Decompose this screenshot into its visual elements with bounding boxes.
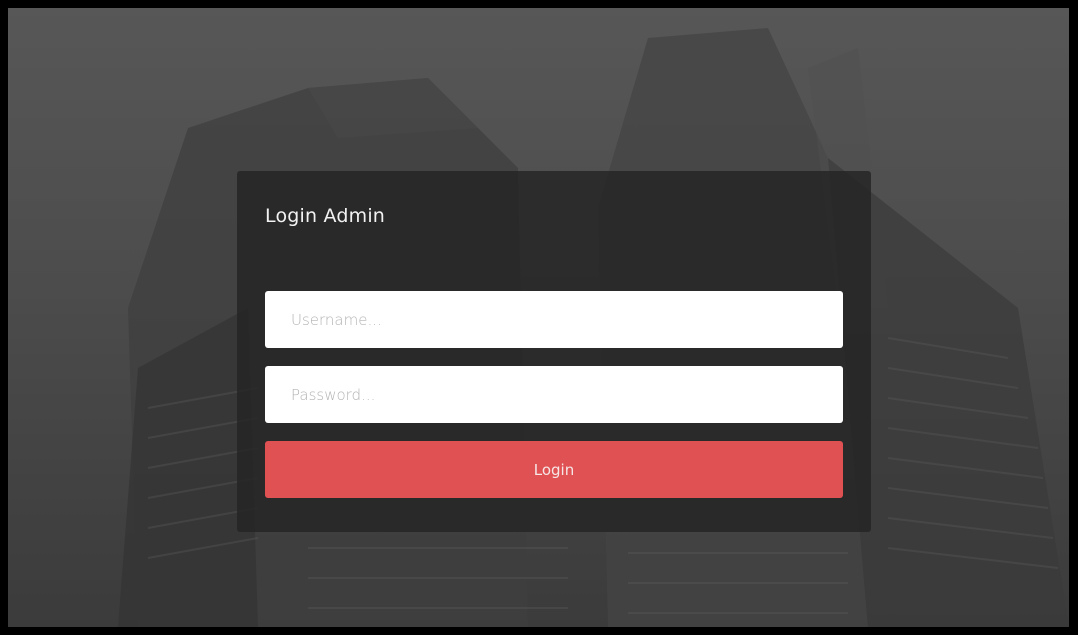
login-card: Login Admin Login	[237, 171, 871, 532]
login-button[interactable]: Login	[265, 441, 843, 498]
username-input[interactable]	[265, 291, 843, 348]
page-frame: Login Admin Login	[0, 0, 1078, 635]
password-input[interactable]	[265, 366, 843, 423]
login-title: Login Admin	[265, 205, 386, 227]
